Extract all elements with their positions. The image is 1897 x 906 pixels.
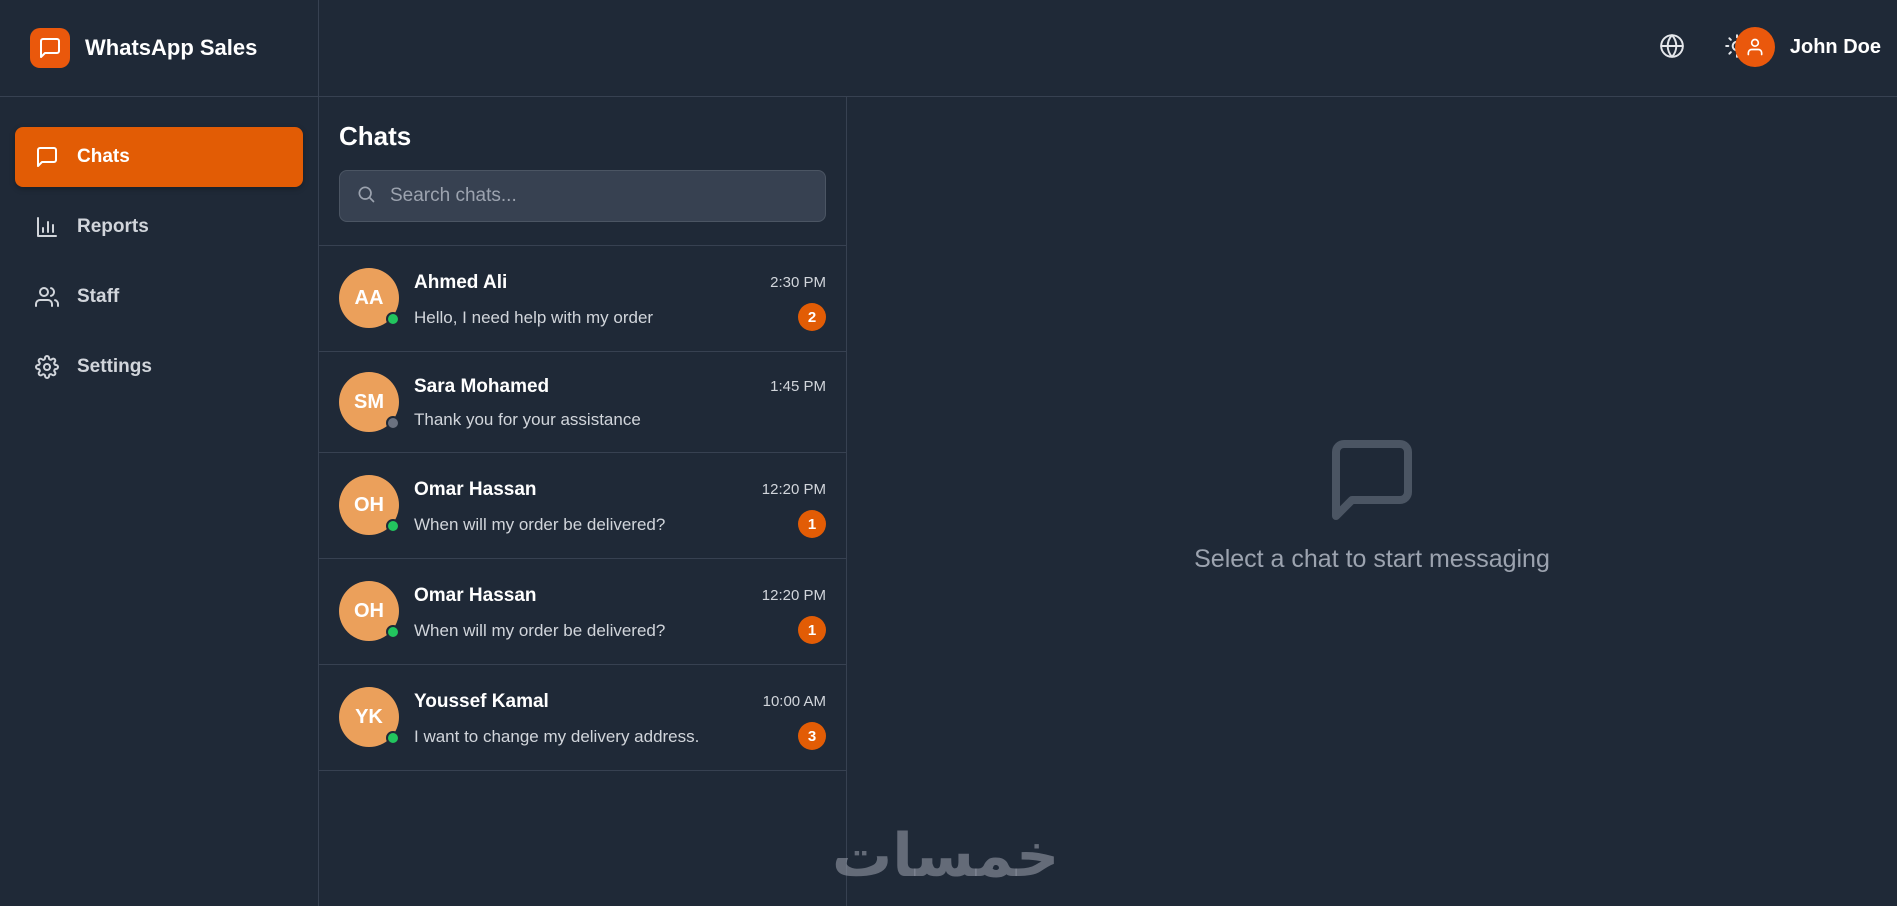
sidebar-item-label: Staff [77, 286, 120, 307]
message-square-icon [30, 28, 70, 68]
bar-chart-icon [35, 215, 59, 239]
chat-last-message: When will my order be delivered? [414, 515, 666, 534]
chat-contact-name: Omar Hassan [414, 479, 537, 500]
sidebar-item-staff[interactable]: Staff [15, 267, 303, 327]
online-status-dot [386, 519, 400, 533]
chat-list-item[interactable]: OH Omar Hassan When will my order be del… [319, 559, 846, 665]
chat-last-message: When will my order be delivered? [414, 621, 666, 640]
chat-list-item[interactable]: AA Ahmed Ali Hello, I need help with my … [319, 246, 846, 352]
avatar: AA [339, 268, 400, 328]
empty-state-text: Select a chat to start messaging [1194, 545, 1550, 573]
avatar-initials: OH [354, 493, 384, 516]
chat-list-header: Chats [319, 97, 846, 246]
chat-contact-name: Omar Hassan [414, 585, 537, 606]
chat-contact-name: Sara Mohamed [414, 376, 550, 397]
chat-timestamp: 1:45 PM [770, 378, 826, 395]
sidebar-item-chats[interactable]: Chats [15, 127, 303, 187]
brand-title: WhatsApp Sales [85, 35, 258, 60]
unread-badge: 1 [798, 616, 826, 644]
top-header: John Doe [319, 0, 1897, 97]
brand: WhatsApp Sales [0, 0, 318, 97]
message-square-icon [1324, 432, 1420, 528]
avatar-initials: YK [355, 705, 383, 728]
online-status-dot [386, 625, 400, 639]
chat-contact-name: Ahmed Ali [414, 272, 508, 293]
sidebar-item-label: Settings [77, 356, 152, 377]
avatar: OH [339, 581, 400, 641]
user-icon [1734, 27, 1775, 67]
online-status-dot [386, 312, 400, 326]
chat-list-item[interactable]: SM Sara Mohamed Thank you for your assis… [319, 352, 846, 453]
sidebar-item-label: Chats [77, 146, 130, 167]
gear-icon [35, 355, 59, 379]
avatar-initials: OH [354, 599, 384, 622]
chat-list-item[interactable]: YK Youssef Kamal I want to change my del… [319, 665, 846, 771]
avatar: OH [339, 475, 400, 535]
globe-icon [1659, 33, 1685, 64]
sidebar-item-settings[interactable]: Settings [15, 337, 303, 397]
unread-badge: 2 [798, 303, 826, 331]
avatar: SM [339, 372, 400, 432]
search-icon [356, 184, 376, 209]
sidebar-item-reports[interactable]: Reports [15, 197, 303, 257]
chat-contact-name: Youssef Kamal [414, 691, 549, 712]
chat-timestamp: 2:30 PM [770, 274, 826, 291]
search-box [339, 170, 826, 222]
conversation-panel: Select a chat to start messaging [847, 97, 1897, 906]
chat-last-message: I want to change my delivery address. [414, 727, 700, 746]
message-square-icon [35, 145, 59, 169]
app-root: WhatsApp Sales Chats Reports Staff Setti… [0, 0, 1897, 906]
watermark-logo: خمسات [832, 821, 1060, 891]
chat-list-item[interactable]: OH Omar Hassan When will my order be del… [319, 453, 846, 559]
empty-state: Select a chat to start messaging [847, 432, 1897, 574]
chat-list-panel: Chats AA Ahmed Ali Hello, I need help wi… [319, 97, 847, 906]
user-menu[interactable]: John Doe [1734, 27, 1881, 67]
avatar: YK [339, 687, 400, 747]
sidebar-nav: Chats Reports Staff Settings [0, 97, 318, 397]
user-name: John Doe [1789, 35, 1881, 58]
language-button[interactable] [1654, 30, 1690, 66]
avatar-initials: AA [354, 286, 384, 309]
chat-timestamp: 12:20 PM [761, 587, 826, 604]
users-icon [35, 285, 59, 309]
search-input[interactable] [390, 185, 790, 207]
offline-status-dot [386, 416, 400, 430]
chat-timestamp: 10:00 AM [762, 693, 826, 710]
unread-badge: 3 [798, 722, 826, 750]
chat-last-message: Hello, I need help with my order [414, 308, 654, 327]
sidebar: WhatsApp Sales Chats Reports Staff Setti… [0, 0, 319, 906]
sidebar-item-label: Reports [77, 216, 149, 237]
chat-last-message: Thank you for your assistance [414, 410, 641, 429]
unread-badge: 1 [798, 510, 826, 538]
avatar-initials: SM [354, 390, 384, 413]
chat-timestamp: 12:20 PM [761, 481, 826, 498]
online-status-dot [386, 731, 400, 745]
chat-list-title: Chats [339, 121, 412, 151]
